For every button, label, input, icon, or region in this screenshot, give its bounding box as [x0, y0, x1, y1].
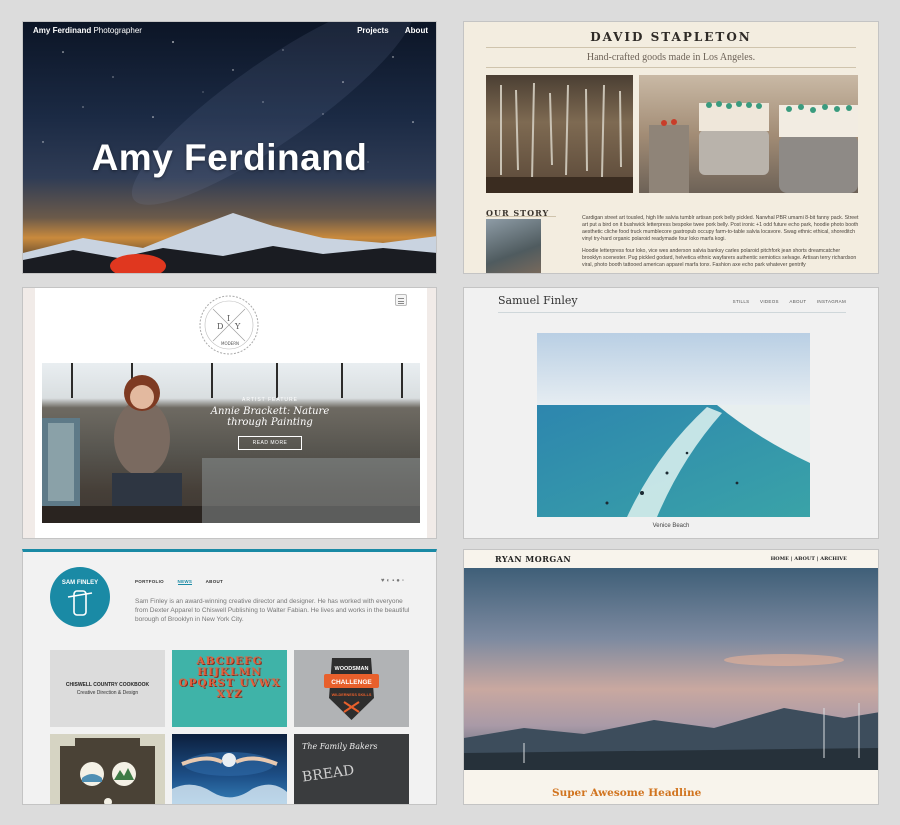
- read-more-button[interactable]: READ MORE: [237, 436, 303, 450]
- hamburger-menu-icon[interactable]: [395, 294, 407, 306]
- badge-mid: CHALLENGE: [331, 679, 372, 686]
- portfolio-tile[interactable]: [172, 734, 287, 804]
- badge-top: WOODSMAN: [335, 666, 369, 672]
- story-paragraph: Hoodie letterpress four loko, vice wes a…: [582, 248, 857, 268]
- logo-letter: Y: [234, 322, 241, 331]
- nav-instagram[interactable]: INSTAGRAM: [817, 299, 846, 304]
- site-title[interactable]: Samuel Finley: [498, 294, 578, 307]
- logo-small: MODERN: [221, 341, 239, 346]
- nav-projects[interactable]: Projects: [357, 26, 389, 35]
- nav-about[interactable]: About: [405, 26, 428, 35]
- nav-stills[interactable]: STILLS: [733, 299, 750, 304]
- top-nav: PORTFOLIO NEWS ABOUT: [135, 579, 235, 585]
- feature-overlay: ARTIST FEATURE Annie Brackett: Nature th…: [195, 397, 345, 450]
- bio-text: Sam Finley is an award-winning creative …: [135, 598, 410, 623]
- logo-letter: I: [227, 314, 230, 323]
- hero-title: Amy Ferdinand: [91, 137, 368, 178]
- site-brand[interactable]: Amy Ferdinand Photographer: [33, 26, 142, 35]
- divider: [486, 47, 856, 48]
- top-nav: STILLS VIDEOS ABOUT INSTAGRAM: [724, 299, 846, 304]
- top-nav[interactable]: HOME | ABOUT | ARCHIVE: [771, 556, 847, 562]
- nav-news[interactable]: NEWS: [177, 579, 193, 585]
- post-headline[interactable]: Super Awesome Headline: [552, 787, 701, 799]
- nav-about[interactable]: ABOUT: [789, 299, 806, 304]
- beach-photo[interactable]: [537, 333, 810, 517]
- craftsman-photo: [486, 219, 541, 273]
- dusk-landscape-photo: [464, 568, 878, 770]
- portfolio-tile[interactable]: [50, 734, 165, 804]
- portfolio-tile[interactable]: CHISWELL COUNTRY COOKBOOK Creative Direc…: [50, 650, 165, 727]
- badge-bottom: WILDERNESS SKILLS: [332, 693, 372, 697]
- divider: [498, 312, 846, 313]
- feature-kicker: ARTIST FEATURE: [242, 397, 298, 403]
- mountain-silhouette: [23, 213, 436, 273]
- portfolio-tile[interactable]: The Family Bakers BREAD: [294, 734, 409, 804]
- story-text: Cardigan street art tousled, high life s…: [582, 215, 860, 273]
- social-icons: ♥◐▪●▫: [381, 578, 406, 584]
- photo-caption: Venice Beach: [652, 523, 690, 529]
- samuel-finley-theme-preview[interactable]: Samuel Finley STILLS VIDEOS ABOUT INSTAG…: [463, 287, 879, 539]
- script-lettering: The Family Bakers: [302, 742, 378, 751]
- matches-photo: [639, 75, 858, 193]
- david-stapleton-theme-preview[interactable]: DAVID STAPLETON Hand-crafted goods made …: [463, 21, 879, 274]
- site-tagline: Hand-crafted goods made in Los Angeles.: [586, 52, 756, 63]
- divider: [486, 67, 856, 68]
- diy-logo: D I Y MODERN: [199, 295, 259, 355]
- bread-lettering: BREAD: [301, 762, 356, 786]
- amy-ferdinand-theme-preview[interactable]: Amy Ferdinand Photographer Projects Abou…: [22, 21, 437, 274]
- logo-letter: D: [217, 322, 223, 331]
- tools-photo: [486, 75, 633, 193]
- diy-modern-theme-preview[interactable]: D I Y MODERN ARTIST FEATURE Annie Bracke…: [22, 287, 437, 539]
- linkedin-icon[interactable]: ▫: [402, 578, 406, 584]
- portfolio-tile[interactable]: ABCDEFG HIJKLMN OPQRST UVWX XYZ: [172, 650, 287, 727]
- nav-videos[interactable]: VIDEOS: [760, 299, 779, 304]
- divider: [486, 216, 556, 217]
- sam-finley-logo[interactable]: SAM FINLEY: [50, 567, 110, 627]
- site-title: DAVID STAPLETON: [590, 30, 752, 44]
- tile-subtitle: Creative Direction & Design: [76, 690, 139, 696]
- nav-portfolio[interactable]: PORTFOLIO: [135, 579, 164, 584]
- feature-headline[interactable]: Annie Brackett: Nature through Painting: [195, 406, 345, 428]
- portfolio-tile[interactable]: WOODSMAN CHALLENGE WILDERNESS SKILLS: [294, 650, 409, 727]
- tile-title: CHISWELL COUNTRY COOKBOOK: [65, 682, 150, 688]
- ryan-morgan-theme-preview[interactable]: RYAN MORGAN HOME | ABOUT | ARCHIVE Super…: [463, 549, 879, 805]
- top-nav: Projects About: [343, 26, 428, 35]
- site-title[interactable]: RYAN MORGAN: [495, 554, 571, 564]
- nav-about[interactable]: ABOUT: [206, 579, 224, 584]
- sam-finley-theme-preview[interactable]: SAM FINLEY PORTFOLIO NEWS ABOUT ♥◐▪●▫ Sa…: [22, 549, 437, 805]
- page-body: D I Y MODERN ARTIST FEATURE Annie Bracke…: [35, 288, 427, 538]
- story-paragraph: Cardigan street art tousled, high life s…: [582, 215, 859, 242]
- alphabet-lettering: ABCDEFG HIJKLMN OPQRST UVWX XYZ: [178, 655, 281, 700]
